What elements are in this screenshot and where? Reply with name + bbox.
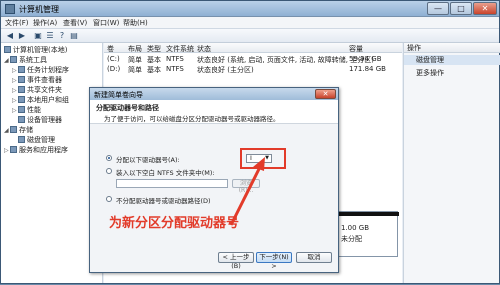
radio-assign-letter[interactable] bbox=[106, 155, 112, 161]
tree-item-storage[interactable]: ◢ 存储 bbox=[4, 125, 33, 135]
browse-button[interactable]: 浏览(R)... bbox=[232, 179, 260, 194]
storage-icon bbox=[10, 126, 17, 133]
menu-action[interactable]: 操作(A) bbox=[33, 18, 57, 28]
event-icon bbox=[18, 76, 25, 83]
unallocated-status: 未分配 bbox=[341, 235, 362, 243]
title-bar: 计算机管理 — □ ✕ bbox=[1, 1, 499, 17]
column-header-capacity[interactable]: 容量 bbox=[349, 44, 363, 54]
column-header-filesystem[interactable]: 文件系统 bbox=[166, 44, 194, 54]
folder-path-input[interactable] bbox=[116, 179, 228, 188]
tree-item-device-manager[interactable]: 设备管理器 bbox=[18, 115, 62, 125]
volume-table-header: 卷 布局 类型 文件系统 状态 容量 bbox=[104, 43, 402, 53]
navigation-tree: 计算机管理(本地) ◢ 系统工具 ▷ 任务计划程序 ▷ 事件查看器 ▷ 共享文件夹 ▷ 本… bbox=[1, 43, 103, 283]
menu-window[interactable]: 窗口(W) bbox=[93, 18, 119, 28]
column-header-volume[interactable]: 卷 bbox=[107, 44, 114, 54]
actions-pane: 操作 磁盘管理 更多操作 bbox=[403, 43, 500, 283]
column-header-type[interactable]: 类型 bbox=[147, 44, 161, 54]
tree-item-local-users[interactable]: ▷ 本地用户和组 bbox=[12, 95, 69, 105]
menu-bar: 文件(F) 操作(A) 查看(V) 窗口(W) 帮助(H) bbox=[1, 17, 499, 29]
next-button[interactable]: 下一步(N) > bbox=[256, 252, 292, 270]
tree-item-event-viewer[interactable]: ▷ 事件查看器 bbox=[12, 75, 62, 85]
performance-icon bbox=[18, 106, 25, 113]
device-icon bbox=[18, 116, 25, 123]
unallocated-size: 1.00 GB bbox=[341, 224, 370, 232]
mount-folder-label: 装入以下空白 NTFS 文件夹中(M): bbox=[116, 169, 215, 177]
action-more[interactable]: 更多操作 bbox=[404, 68, 500, 78]
close-button[interactable]: ✕ bbox=[473, 2, 497, 15]
forward-icon[interactable]: ▶ bbox=[17, 31, 27, 41]
annotation-caption: 为新分区分配驱动器号 bbox=[109, 216, 240, 231]
toolbar: ◀ ▶ ▣ ☰ ? ▤ bbox=[1, 29, 499, 43]
menu-view[interactable]: 查看(V) bbox=[63, 18, 87, 28]
tree-item-performance[interactable]: ▷ 性能 bbox=[12, 105, 41, 115]
actions-title: 操作 bbox=[404, 43, 500, 53]
no-letter-label: 不分配驱动器号或驱动器路径(D) bbox=[116, 197, 211, 205]
highlight-box bbox=[240, 148, 286, 169]
clock-icon bbox=[18, 66, 25, 73]
window-title: 计算机管理 bbox=[19, 5, 59, 14]
computer-icon bbox=[4, 46, 11, 53]
menu-help[interactable]: 帮助(H) bbox=[123, 18, 148, 28]
column-header-status[interactable]: 状态 bbox=[197, 44, 211, 54]
action-disk-management[interactable]: 磁盘管理 bbox=[404, 55, 500, 65]
share-icon bbox=[18, 86, 25, 93]
back-icon[interactable]: ◀ bbox=[5, 31, 15, 41]
tree-item-services-apps[interactable]: ▷ 服务和应用程序 bbox=[4, 145, 68, 155]
back-button[interactable]: < 上一步(B) bbox=[218, 252, 254, 270]
disk-icon bbox=[18, 136, 25, 143]
radio-no-letter[interactable] bbox=[106, 196, 112, 202]
users-icon bbox=[18, 96, 25, 103]
tree-item-system-tools[interactable]: ◢ 系统工具 bbox=[4, 55, 47, 65]
unallocated-disk-block[interactable]: 1.00 GB 未分配 bbox=[336, 211, 399, 257]
dialog-header: 分配驱动器号和路径 为了便于访问，可以给磁盘分区分配驱动器号或驱动器路径。 bbox=[90, 100, 338, 124]
minimize-button[interactable]: — bbox=[427, 2, 449, 15]
help-icon[interactable]: ? bbox=[57, 31, 67, 41]
computer-management-icon bbox=[5, 4, 15, 14]
assign-letter-label: 分配以下驱动器号(A): bbox=[116, 156, 180, 164]
dialog-title: 新建简单卷向导 bbox=[90, 88, 338, 100]
tools-icon bbox=[10, 56, 17, 63]
properties-icon[interactable]: ▤ bbox=[69, 31, 79, 41]
new-simple-volume-wizard: 新建简单卷向导 ✕ 分配驱动器号和路径 为了便于访问，可以给磁盘分区分配驱动器号… bbox=[89, 87, 339, 273]
tree-item-task-scheduler[interactable]: ▷ 任务计划程序 bbox=[12, 65, 69, 75]
menu-file[interactable]: 文件(F) bbox=[5, 18, 29, 28]
dialog-subheading: 为了便于访问，可以给磁盘分区分配驱动器号或驱动器路径。 bbox=[104, 115, 280, 123]
tree-item-disk-management[interactable]: 磁盘管理 bbox=[18, 135, 55, 145]
dialog-heading: 分配驱动器号和路径 bbox=[96, 104, 159, 112]
cancel-button[interactable]: 取消 bbox=[296, 252, 332, 263]
column-header-layout[interactable]: 布局 bbox=[128, 44, 142, 54]
tree-item-shared-folders[interactable]: ▷ 共享文件夹 bbox=[12, 85, 62, 95]
list-icon[interactable]: ☰ bbox=[45, 31, 55, 41]
maximize-button[interactable]: □ bbox=[450, 2, 472, 15]
services-icon bbox=[10, 146, 17, 153]
computer-management-window: 计算机管理 — □ ✕ 文件(F) 操作(A) 查看(V) 窗口(W) 帮助(H… bbox=[0, 0, 500, 284]
folder-icon[interactable]: ▣ bbox=[33, 31, 43, 41]
partition-stripe bbox=[337, 212, 399, 216]
dialog-close-button[interactable]: ✕ bbox=[315, 89, 336, 99]
radio-mount-folder[interactable] bbox=[106, 168, 112, 174]
tree-item-computer-management[interactable]: 计算机管理(本地) bbox=[4, 45, 67, 55]
